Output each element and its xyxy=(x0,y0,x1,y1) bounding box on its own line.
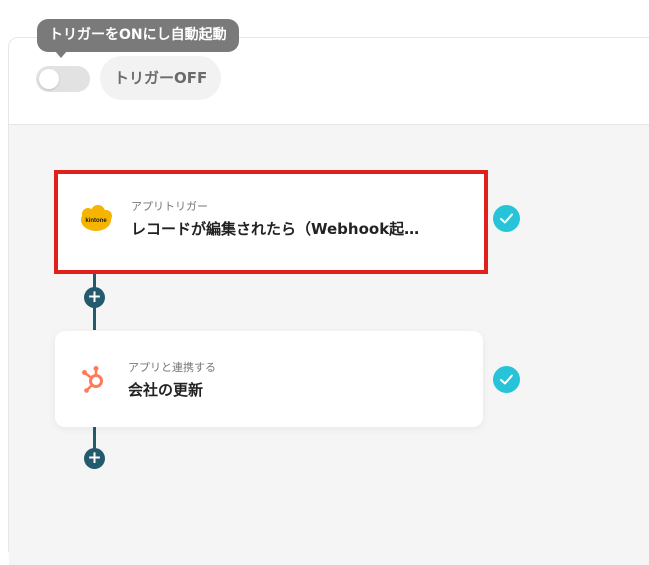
hubspot-logo-icon xyxy=(82,366,103,393)
step-title: レコードが編集されたら（Webhook起… xyxy=(131,220,420,238)
step-title: 会社の更新 xyxy=(128,381,204,399)
add-step-button[interactable]: + xyxy=(84,287,105,308)
trigger-tooltip: トリガーをONにし自動起動 xyxy=(37,19,239,52)
step-complete-icon xyxy=(493,205,520,232)
kintone-logo-text: kintone xyxy=(85,218,107,224)
tooltip-arrow xyxy=(55,51,67,58)
kintone-logo-icon: kintone xyxy=(81,205,112,231)
step-complete-icon xyxy=(493,366,520,393)
trigger-step-card[interactable]: kintone アプリトリガー レコードが編集されたら（Webhook起… xyxy=(54,170,488,274)
step-type-label: アプリと連携する xyxy=(128,361,216,374)
trigger-toggle[interactable] xyxy=(36,66,90,92)
toggle-knob xyxy=(39,69,59,89)
trigger-status-label: トリガーOFF xyxy=(100,56,222,100)
action-step-card[interactable]: アプリと連携する 会社の更新 xyxy=(55,331,483,427)
add-step-button[interactable]: + xyxy=(84,448,105,469)
step-type-label: アプリトリガー xyxy=(131,200,208,213)
